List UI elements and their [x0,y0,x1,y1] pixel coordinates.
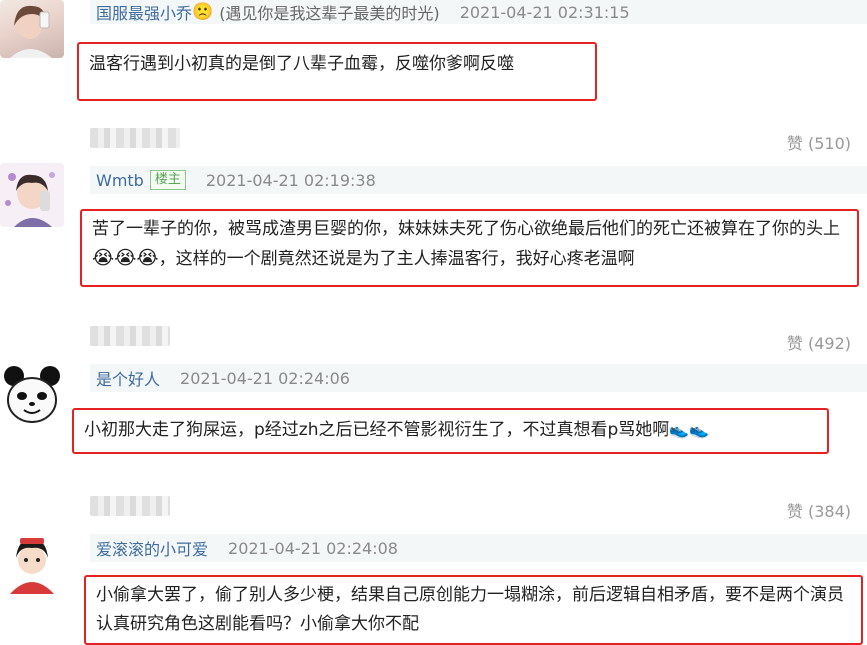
comment-meta: Wmtb 楼主 2021-04-21 02:19:38 [96,168,376,192]
avatar-image [10,538,54,594]
avatar-image [0,163,64,227]
timestamp: 2021-04-21 02:24:06 [180,368,350,388]
crying-emoji-icon: 😭😭😭 [92,247,159,269]
username[interactable]: 是个好人 [96,366,160,390]
username[interactable]: 国服最强小乔 [96,0,192,24]
comment-content: 小偷拿大罢了，偷了别人多少梗，结果自己原创能力一塌糊涂，前后逻辑自相矛盾，要不是… [84,575,863,645]
like-button[interactable]: 赞 (510) [787,130,851,154]
comment-text-tail: ，这样的一个剧竟然还说是为了主人捧温客行，我好心疼老温啊 [158,249,635,269]
like-button[interactable]: 赞 (492) [787,330,851,354]
avatar[interactable] [0,530,64,594]
avatar-image [4,366,60,423]
comment-meta: 国服最强小乔 🙁 (遇见你是我这辈子最美的时光) 2021-04-21 02:3… [96,0,630,24]
comment-text: 小初那大走了狗屎运，p经过zh之后已经不管影视衍生了，不过真想看p骂她啊 [84,420,670,440]
comment-text: 温客行遇到小初真的是倒了八辈子血霉，反噬你爹啊反噬 [89,54,514,74]
avatar[interactable] [0,163,64,227]
username[interactable]: 爱滚滚的小可爱 [96,536,208,560]
avatar[interactable] [0,0,64,58]
blurred-reply-name [90,128,180,148]
comment-meta: 是个好人 2021-04-21 02:24:06 [96,366,350,390]
comment-meta: 爱滚滚的小可爱 2021-04-21 02:24:08 [96,536,398,560]
op-badge: 楼主 [149,170,186,190]
blurred-reply-name [90,326,170,346]
frown-emoji-icon: 🙁 [192,2,214,22]
comment-text: 小偷拿大罢了，偷了别人多少梗，结果自己原创能力一塌糊涂，前后逻辑自相矛盾，要不是… [96,585,844,634]
like-button[interactable]: 赞 (384) [787,498,851,522]
timestamp: 2021-04-21 02:19:38 [205,170,376,190]
user-signature: (遇见你是我这辈子最美的时光) [219,4,440,23]
comment-content: 苦了一辈子的你，被骂成渣男巨婴的你，妹妹妹夫死了伤心欲绝最后他们的死亡还被算在了… [80,209,859,287]
timestamp: 2021-04-21 02:24:08 [228,538,398,558]
comment-text: 苦了一辈子的你，被骂成渣男巨婴的你，妹妹妹夫死了伤心欲绝最后他们的死亡还被算在了… [92,219,840,239]
comment-content: 温客行遇到小初真的是倒了八辈子血霉，反噬你爹啊反噬 [77,42,597,101]
avatar-image [10,5,52,58]
username[interactable]: Wmtb [96,171,144,190]
blurred-reply-name [90,496,170,516]
timestamp: 2021-04-21 02:31:15 [459,2,630,22]
comment-content: 小初那大走了狗屎运，p经过zh之后已经不管影视衍生了，不过真想看p骂她啊👟👟 [72,408,829,454]
shoe-emoji-icon: 👟👟 [669,420,710,439]
avatar[interactable] [0,364,64,428]
